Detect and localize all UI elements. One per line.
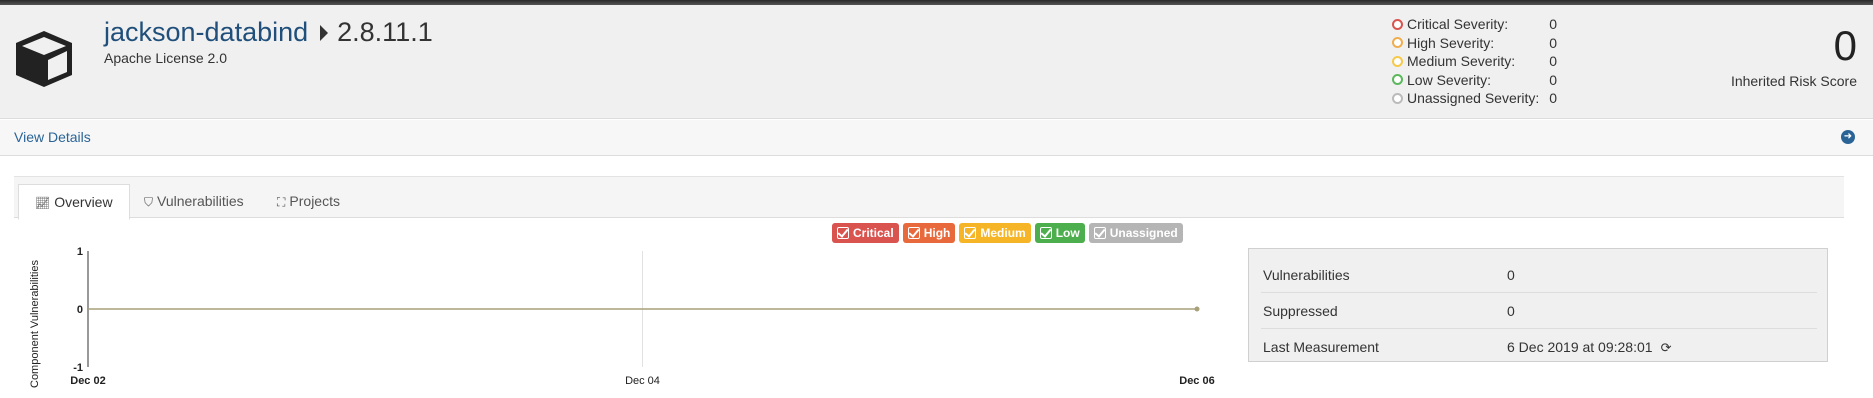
- severity-row: High Severity: 0: [1392, 34, 1557, 53]
- package-icon: [16, 31, 72, 87]
- severity-row: Medium Severity: 0: [1392, 52, 1557, 71]
- severity-circle-icon: [1392, 37, 1403, 49]
- severity-circle-icon: [1392, 74, 1403, 86]
- tab-label: Projects: [289, 193, 340, 209]
- line-chart-icon: 📈︎: [35, 196, 51, 210]
- severity-label: Critical Severity:: [1407, 16, 1509, 33]
- stat-row-last-measurement: Last Measurement 6 Dec 2019 at 09:28:01 ⟳: [1261, 329, 1817, 365]
- severity-count: 0: [1549, 16, 1557, 33]
- stat-label: Vulnerabilities: [1263, 267, 1350, 283]
- last-measurement-value: 6 Dec 2019 at 09:28:01: [1507, 339, 1653, 355]
- x-tick-label: Dec 04: [625, 375, 660, 387]
- details-bar: View Details ➜: [0, 120, 1873, 156]
- severity-circle-icon: [1392, 18, 1403, 30]
- shield-icon: ⛉: [144, 195, 154, 209]
- component-name: jackson-databind: [104, 17, 309, 47]
- view-details-link[interactable]: View Details: [14, 129, 91, 145]
- series-point: [1194, 306, 1200, 312]
- arrow-circle-right-icon[interactable]: ➜: [1841, 130, 1855, 144]
- tab-projects[interactable]: ⛶ Projects: [261, 184, 356, 220]
- stat-row-vulnerabilities: Vulnerabilities 0: [1261, 257, 1817, 293]
- sitemap-icon: ⛶: [277, 195, 286, 209]
- stat-value: 6 Dec 2019 at 09:28:01 ⟳: [1507, 339, 1671, 356]
- severity-circle-icon: [1392, 92, 1403, 104]
- x-tick-label: Dec 06: [1179, 375, 1214, 387]
- tab-overview[interactable]: 📈︎ Overview: [18, 184, 130, 220]
- tab-bar: 📈︎ Overview ⛉ Vulnerabilities ⛶ Projects: [14, 176, 1844, 220]
- caret-right-icon: [320, 24, 329, 41]
- tab-vulnerabilities[interactable]: ⛉ Vulnerabilities: [128, 184, 260, 220]
- vulnerability-chart: 1 0 -1Dec 02 Dec 04 Dec 06 Component Vulnerab…: [29, 246, 1215, 388]
- stat-label: Suppressed: [1263, 303, 1338, 319]
- stat-label: Last Measurement: [1263, 339, 1379, 355]
- severity-row: Unassigned Severity: 0: [1392, 89, 1557, 108]
- stats-panel: Vulnerabilities 0 Suppressed 0 Last Meas…: [1248, 248, 1828, 362]
- severity-count: 0: [1549, 34, 1557, 51]
- component-license: Apache License 2.0: [104, 50, 227, 66]
- severity-label: Low Severity:: [1407, 71, 1492, 88]
- x-tick-label: Dec 02: [70, 375, 105, 387]
- stat-value: 0: [1507, 267, 1515, 283]
- severity-list: Critical Severity: 0 High Severity: 0 Medium…: [1392, 15, 1557, 108]
- severity-label: High Severity:: [1407, 34, 1495, 51]
- severity-count: 0: [1549, 90, 1557, 107]
- component-header: jackson-databind 2.8.11.1 Apache License…: [0, 5, 1873, 119]
- y-tick-label: 1: [77, 246, 83, 258]
- severity-row: Low Severity: 0: [1392, 71, 1557, 90]
- risk-score-label: Inherited Risk Score: [1730, 73, 1857, 89]
- risk-score: 0: [1833, 22, 1857, 69]
- severity-row: Critical Severity: 0: [1392, 15, 1557, 34]
- refresh-icon[interactable]: ⟳: [1661, 340, 1672, 356]
- y-axis-label: Component Vulnerabilities: [29, 260, 41, 388]
- component-version: 2.8.11.1: [337, 17, 433, 47]
- tab-label: Overview: [54, 194, 113, 210]
- stat-value: 0: [1507, 303, 1515, 319]
- y-tick-label: -1: [73, 362, 83, 374]
- severity-label: Unassigned Severity:: [1407, 90, 1540, 107]
- severity-label: Medium Severity:: [1407, 53, 1516, 70]
- component-title: jackson-databind 2.8.11.1: [104, 17, 433, 48]
- y-tick-label: 0: [77, 304, 83, 316]
- severity-circle-icon: [1392, 55, 1403, 67]
- severity-count: 0: [1549, 71, 1557, 88]
- severity-count: 0: [1549, 53, 1557, 70]
- stat-row-suppressed: Suppressed 0: [1261, 293, 1817, 329]
- tab-label: Vulnerabilities: [157, 193, 244, 209]
